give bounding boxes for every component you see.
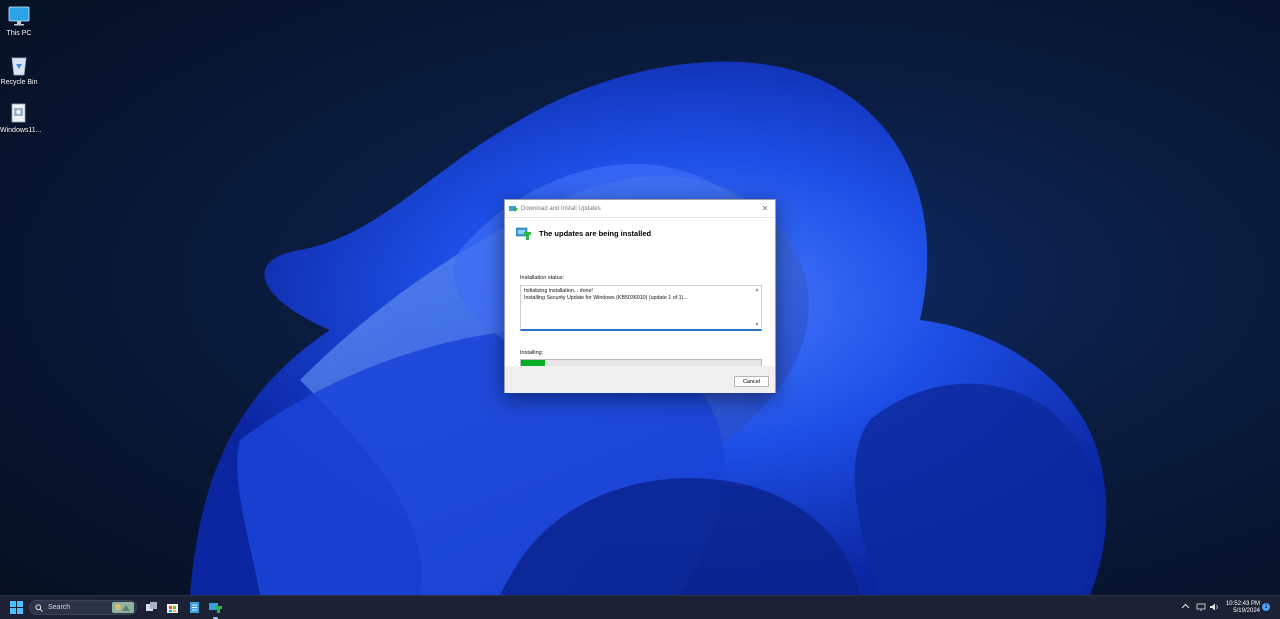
status-label: Installation status: xyxy=(520,275,565,281)
volume-icon[interactable] xyxy=(1209,602,1219,612)
desktop-icon-label: This PC xyxy=(6,30,32,37)
dialog-heading: The updates are being installed xyxy=(539,228,652,238)
installer-icon xyxy=(11,103,26,123)
network-icon[interactable] xyxy=(1196,602,1206,612)
search-placeholder: Search xyxy=(48,604,71,611)
clock-time: 10:52:43 PM xyxy=(1225,601,1260,607)
dialog-title: Download and Install Updates xyxy=(521,205,601,212)
taskbar-search[interactable]: Search xyxy=(29,600,137,615)
notepad-icon[interactable] xyxy=(188,601,201,614)
progress-label: Installing: xyxy=(520,350,544,356)
updates-installing-icon xyxy=(516,227,531,240)
status-line: Installing Security Update for Windows (… xyxy=(524,295,688,301)
status-log[interactable]: Initializing installation... done! Insta… xyxy=(520,285,762,331)
task-view-icon[interactable] xyxy=(145,601,158,614)
dialog-content: The updates are being installed Installa… xyxy=(505,218,775,371)
dialog-header: The updates are being installed xyxy=(516,226,651,240)
update-dialog: Download and Install Updates ✕ The updat… xyxy=(504,199,776,393)
desktop-icon-windows11[interactable]: Windows11... xyxy=(0,102,42,135)
dialog-footer: Cancel xyxy=(505,366,775,393)
recycle-bin-icon xyxy=(11,57,27,76)
status-line: Initializing installation... done! xyxy=(524,288,593,294)
start-icon[interactable] xyxy=(10,601,23,614)
cancel-button[interactable]: Cancel xyxy=(734,376,769,387)
dialog-titlebar[interactable]: Download and Install Updates ✕ xyxy=(505,200,775,218)
windows-update-icon xyxy=(509,205,518,212)
desktop-icon-label: Recycle Bin xyxy=(0,79,38,86)
search-highlight-icon xyxy=(112,602,134,613)
system-clock[interactable]: 10:52:43 PM 5/19/2024 xyxy=(1224,601,1260,615)
store-icon[interactable] xyxy=(166,601,179,614)
desktop-icon-label: Windows11... xyxy=(0,127,42,134)
close-icon[interactable]: ✕ xyxy=(759,203,771,215)
notification-badge[interactable]: 1 xyxy=(1262,603,1270,611)
chevron-up-icon[interactable] xyxy=(1181,602,1190,611)
desktop-icon-this-pc[interactable]: This PC xyxy=(0,5,38,38)
taskbar: Search 10:52:43 PM 5/19/2024 1 xyxy=(0,595,1280,619)
scroll-down-icon[interactable]: ▼ xyxy=(754,322,760,328)
scroll-up-icon[interactable]: ▲ xyxy=(754,287,760,293)
search-icon xyxy=(35,603,43,612)
desktop-icon-recycle-bin[interactable]: Recycle Bin xyxy=(0,54,38,87)
monitor-icon xyxy=(8,6,30,26)
clock-date: 5/19/2024 xyxy=(1233,608,1260,614)
windows-update-app-icon[interactable] xyxy=(209,601,222,614)
